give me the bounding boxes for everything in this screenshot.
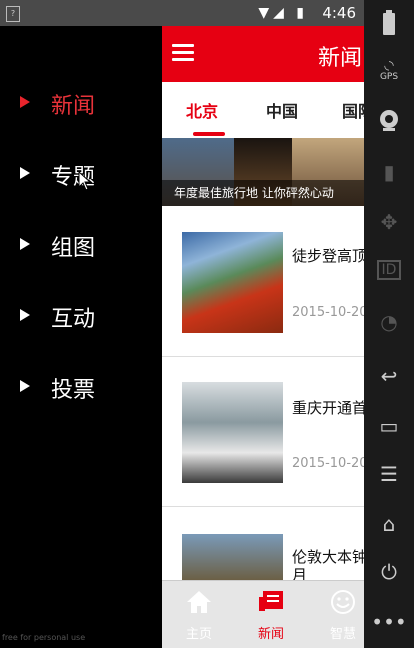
drawer-item-interactive[interactable]: 互动 <box>0 291 162 341</box>
rss-icon[interactable]: ◔ <box>364 310 414 334</box>
nav-label: 主页 <box>185 627 212 642</box>
recent-apps-icon[interactable]: ▭ <box>364 414 414 438</box>
emulator-side-panel: ◟◝ GPS ▮ ✥ ID ◔ ↩ ▭ ☰ ⌂ ⏻ ••• <box>364 0 414 648</box>
nav-label: 新闻 <box>257 627 284 642</box>
news-icon <box>259 591 283 611</box>
triangle-icon <box>20 380 30 392</box>
id-icon[interactable]: ID <box>364 260 414 280</box>
mouse-cursor-icon <box>78 170 92 196</box>
move-icon[interactable]: ✥ <box>364 210 414 234</box>
tab-indicator <box>193 132 225 136</box>
status-bar: ? ▼◢ ▮ 4:46 <box>0 0 364 26</box>
gps-label: GPS <box>379 72 399 82</box>
news-thumbnail <box>182 232 283 333</box>
bottom-nav: 主页 新闻 智慧 <box>162 580 364 648</box>
banner-carousel[interactable]: 年度最佳旅行地 让你砰然心动 <box>162 138 364 206</box>
news-thumbnail <box>182 382 283 483</box>
triangle-icon <box>20 96 30 108</box>
status-icons: ▼◢ ▮ <box>258 5 308 21</box>
hamburger-menu-icon[interactable] <box>172 44 194 62</box>
tab-china[interactable]: 中国 <box>266 98 298 122</box>
news-item[interactable]: 重庆开通首 2015-10-20 <box>162 356 364 507</box>
menu-icon[interactable]: ☰ <box>364 462 414 486</box>
page-title: 新闻 <box>318 46 363 71</box>
nav-wisdom[interactable]: 智慧 <box>308 581 364 648</box>
camera-icon[interactable] <box>364 108 414 137</box>
power-icon[interactable]: ⏻ <box>364 560 414 584</box>
drawer-item-label: 新闻 <box>51 94 96 119</box>
news-item[interactable]: 徒步登高顶 2015-10-20 <box>162 206 364 357</box>
top-bar: 新闻 <box>162 26 364 82</box>
nav-drawer: 新闻 专题 组图 互动 投票 <box>0 26 162 648</box>
watermark: free for personal use <box>2 633 86 642</box>
tab-beijing[interactable]: 北京 <box>186 98 218 122</box>
news-title: 徒步登高顶 <box>292 247 364 265</box>
video-icon[interactable]: ▮ <box>364 160 414 184</box>
drawer-item-label: 投票 <box>51 378 96 403</box>
news-title: 重庆开通首 <box>292 399 364 417</box>
smiley-icon <box>331 590 355 614</box>
home-icon <box>187 591 211 613</box>
drawer-item-gallery[interactable]: 组图 <box>0 220 162 270</box>
drawer-item-news[interactable]: 新闻 <box>0 78 162 128</box>
drawer-item-label: 互动 <box>51 307 96 332</box>
news-date: 2015-10-20 <box>292 456 364 471</box>
nav-home[interactable]: 主页 <box>164 581 234 648</box>
battery-icon[interactable] <box>364 10 414 41</box>
triangle-icon <box>20 309 30 321</box>
gps-icon[interactable]: ◟◝ GPS <box>364 58 414 82</box>
news-date: 2015-10-20 <box>292 305 364 320</box>
category-tabs: 北京 中国 国际 <box>162 82 364 136</box>
back-icon[interactable]: ↩ <box>364 364 414 388</box>
tab-international[interactable]: 国际 <box>342 98 364 122</box>
sim-icon: ? <box>6 6 20 22</box>
nav-label: 智慧 <box>329 627 356 642</box>
drawer-item-label: 组图 <box>51 236 96 261</box>
more-icon[interactable]: ••• <box>364 610 414 634</box>
nav-news[interactable]: 新闻 <box>236 581 306 648</box>
triangle-icon <box>20 167 30 179</box>
drawer-item-vote[interactable]: 投票 <box>0 362 162 412</box>
main-content: 新闻 北京 中国 国际 年度最佳旅行地 让你砰然心动 徒步登高顶 2015-10… <box>162 26 364 648</box>
status-time: 4:46 <box>322 4 356 22</box>
banner-caption: 年度最佳旅行地 让你砰然心动 <box>162 180 364 206</box>
id-label: ID <box>376 260 402 280</box>
home-button-icon[interactable]: ⌂ <box>364 512 414 536</box>
triangle-icon <box>20 238 30 250</box>
